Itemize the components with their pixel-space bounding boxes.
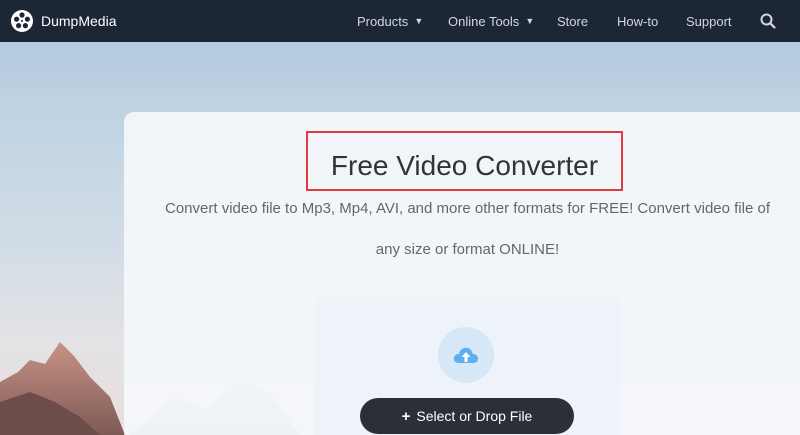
nav-item-label: How-to — [617, 13, 659, 29]
film-reel-icon — [11, 10, 33, 32]
description-line: Convert video file to Mp3, Mp4, AVI, and… — [165, 200, 770, 217]
select-or-drop-file-button[interactable]: + Select or Drop File — [360, 398, 574, 434]
page-description: Convert video file to Mp3, Mp4, AVI, and… — [140, 188, 795, 270]
nav-item-label: Store — [557, 13, 589, 29]
nav-item-label: Products — [357, 13, 409, 29]
nav-item-products[interactable]: Products ▼ — [357, 0, 423, 42]
description-line: any size or format ONLINE! — [375, 241, 560, 258]
nav-item-label: Support — [686, 13, 732, 29]
cloud-upload-icon-container[interactable] — [438, 327, 494, 383]
nav-item-store[interactable]: Store — [557, 0, 588, 42]
page-title-highlight: Free Video Converter — [306, 131, 623, 191]
nav-item-online-tools[interactable]: Online Tools ▼ — [448, 0, 534, 42]
plus-icon: + — [401, 407, 411, 425]
page-title: Free Video Converter — [330, 150, 599, 181]
chevron-down-icon: ▼ — [525, 16, 535, 26]
nav-item-how-to[interactable]: How-to — [617, 0, 658, 42]
cloud-upload-icon — [453, 347, 479, 363]
select-file-label: Select or Drop File — [416, 408, 533, 424]
chevron-down-icon: ▼ — [414, 16, 424, 26]
brand-logo[interactable]: DumpMedia — [10, 9, 116, 33]
search-icon[interactable] — [760, 13, 776, 29]
brand-name: DumpMedia — [41, 13, 117, 29]
nav-item-label: Online Tools — [448, 13, 520, 29]
top-navbar: DumpMedia Products ▼ Online Tools ▼ Stor… — [0, 0, 800, 42]
nav-item-support[interactable]: Support — [686, 0, 732, 42]
